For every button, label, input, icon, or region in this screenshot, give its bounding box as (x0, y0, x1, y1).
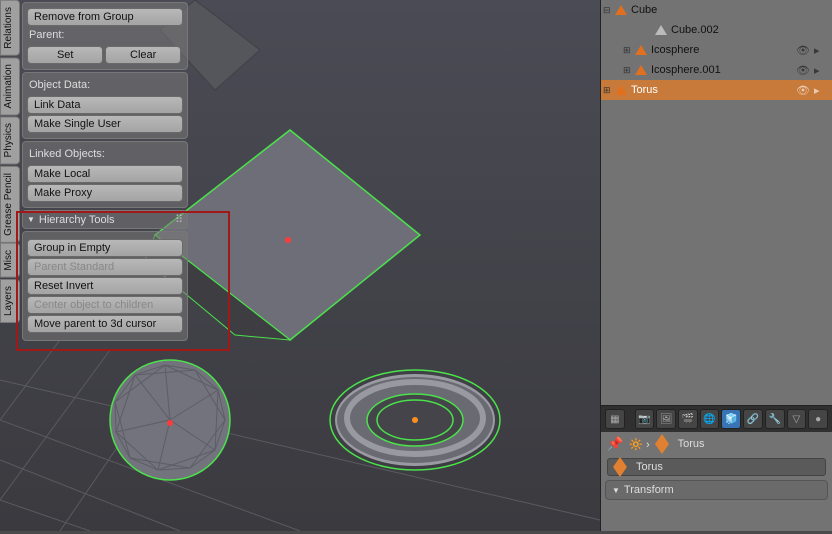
context-layers-icon[interactable]: 🖼 (656, 409, 676, 429)
linked-objects-label: Linked Objects: (27, 146, 183, 164)
tab-layers[interactable]: Layers (0, 279, 20, 323)
tab-physics[interactable]: Physics (0, 116, 20, 164)
context-object-icon[interactable]: 🧊 (721, 409, 741, 429)
outliner-label: Icosphere.001 (651, 64, 721, 76)
parent-label: Parent: (27, 27, 183, 45)
tool-panel: Remove from Group Parent: SetClear Objec… (20, 0, 190, 343)
remove-from-group-button[interactable]: Remove from Group (27, 8, 183, 26)
link-data-button[interactable]: Link Data (27, 96, 183, 114)
editor-type-icon[interactable]: ▦ (605, 409, 625, 429)
move-parent-cursor-button[interactable]: Move parent to 3d cursor (27, 315, 183, 333)
tab-animation[interactable]: Animation (0, 57, 20, 115)
make-proxy-button[interactable]: Make Proxy (27, 184, 183, 202)
restrict-view-icon[interactable]: 👁 (796, 84, 808, 96)
tab-grease-pencil[interactable]: Grease Pencil (0, 166, 20, 243)
expand-icon[interactable]: ⊞ (623, 65, 633, 76)
object-icon (635, 45, 647, 55)
tab-relations[interactable]: Relations (0, 0, 20, 56)
group-in-empty-button[interactable]: Group in Empty (27, 239, 183, 257)
tab-misc[interactable]: Misc (0, 243, 20, 278)
breadcrumb-object: Torus (678, 438, 705, 450)
object-icon (635, 65, 647, 75)
outliner-row-icosphere001[interactable]: ⊞ Icosphere.001 👁 ▸ (601, 60, 832, 80)
restrict-select-icon[interactable]: ▸ (814, 44, 826, 56)
parent-set-button[interactable]: Set (27, 46, 103, 64)
outliner-row-torus[interactable]: ⊞ Torus 👁 ▸ (601, 80, 832, 100)
outliner-label: Cube.002 (671, 24, 719, 36)
context-scene-icon[interactable]: 🎬 (678, 409, 698, 429)
hierarchy-tools-header[interactable]: Hierarchy Tools ⠿ (22, 210, 188, 229)
outliner-row-cube002[interactable]: Cube.002 (601, 20, 832, 40)
context-render-icon[interactable]: 📷 (635, 409, 655, 429)
outliner-label: Torus (631, 84, 658, 96)
center-object-button[interactable]: Center object to children (27, 296, 183, 314)
make-local-button[interactable]: Make Local (27, 165, 183, 183)
context-world-icon[interactable]: 🌐 (700, 409, 720, 429)
transform-panel-header[interactable]: Transform (605, 480, 828, 500)
outliner-label: Cube (631, 4, 657, 16)
object-icon (655, 434, 669, 454)
object-icon (615, 5, 627, 15)
properties-panel: ▦ 📷 🖼 🎬 🌐 🧊 🔗 🔧 ▽ ● 📌 🔆 › Torus Torus Tr… (601, 406, 832, 531)
object-name-field[interactable]: Torus (607, 458, 826, 476)
breadcrumb-icon: 🔆 › (629, 438, 649, 451)
outliner-label: Icosphere (651, 44, 699, 56)
context-data-icon[interactable]: ▽ (787, 409, 807, 429)
mesh-icon (655, 25, 667, 35)
outliner[interactable]: ⊟ Cube Cube.002 ⊞ Icosphere 👁 ▸ ⊞ Icosphe… (601, 0, 832, 405)
restrict-view-icon[interactable]: 👁 (796, 64, 808, 76)
context-material-icon[interactable]: ● (808, 409, 828, 429)
context-modifiers-icon[interactable]: 🔧 (765, 409, 785, 429)
outliner-row-icosphere[interactable]: ⊞ Icosphere 👁 ▸ (601, 40, 832, 60)
tool-tabs: Relations Animation Physics Grease Penci… (0, 0, 20, 531)
expand-icon[interactable]: ⊞ (623, 45, 633, 56)
make-single-user-button[interactable]: Make Single User (27, 115, 183, 133)
parent-clear-button[interactable]: Clear (105, 46, 181, 64)
outliner-row-cube[interactable]: ⊟ Cube (601, 0, 832, 20)
context-constraints-icon[interactable]: 🔗 (743, 409, 763, 429)
restrict-view-icon[interactable]: 👁 (796, 44, 808, 56)
expand-icon[interactable]: ⊞ (603, 85, 613, 96)
object-data-label: Object Data: (27, 77, 183, 95)
pin-icon[interactable]: 📌 (607, 436, 623, 452)
properties-header: ▦ 📷 🖼 🎬 🌐 🧊 🔗 🔧 ▽ ● (601, 406, 832, 432)
object-icon (613, 457, 627, 477)
restrict-select-icon[interactable]: ▸ (814, 64, 826, 76)
object-icon (615, 85, 627, 95)
parent-standard-button[interactable]: Parent Standard (27, 258, 183, 276)
restrict-select-icon[interactable]: ▸ (814, 84, 826, 96)
reset-invert-button[interactable]: Reset Invert (27, 277, 183, 295)
expand-icon[interactable]: ⊟ (603, 5, 613, 16)
